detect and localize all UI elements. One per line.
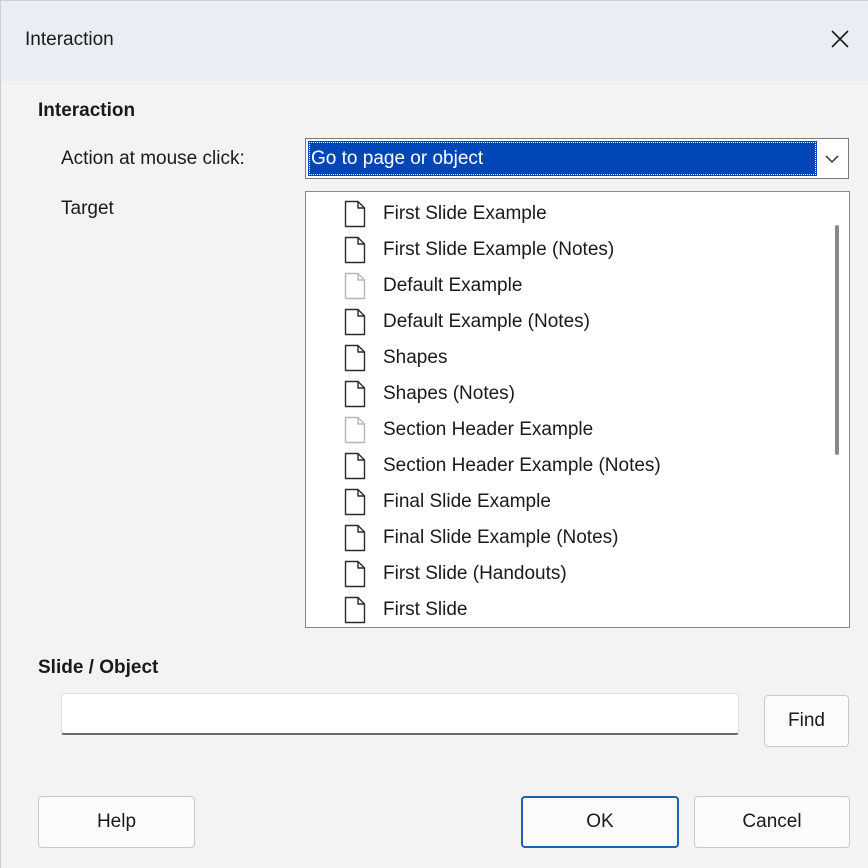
list-item-label: Shapes (Notes) (383, 383, 516, 404)
target-list[interactable]: First Slide Example First Slide Example (… (305, 191, 850, 628)
document-icon (344, 380, 366, 408)
list-item-label: First Slide (Handouts) (383, 563, 567, 584)
find-button[interactable]: Find (764, 695, 849, 747)
document-icon (344, 416, 366, 444)
scrollbar-thumb[interactable] (835, 225, 839, 455)
document-icon (344, 524, 366, 552)
list-item[interactable]: Section Header Example (Notes) (344, 448, 661, 484)
action-select-value: Go to page or object (308, 141, 817, 176)
document-icon (344, 272, 366, 300)
close-button[interactable] (811, 13, 868, 65)
list-item[interactable]: Default Example (344, 268, 522, 304)
title-bar: Interaction (1, 1, 868, 81)
list-item-label: Default Example (383, 275, 523, 296)
help-button[interactable]: Help (38, 796, 195, 848)
list-item[interactable]: First Slide Example (Notes) (344, 232, 614, 268)
list-item-label: Shapes (383, 347, 448, 368)
list-item[interactable]: Section Header Example (344, 412, 593, 448)
dropdown-button[interactable] (818, 142, 846, 176)
list-item-label: Final Slide Example (Notes) (383, 527, 619, 548)
document-icon (344, 344, 366, 372)
list-item-label: First Slide (383, 599, 468, 620)
window-title: Interaction (25, 29, 114, 50)
target-label: Target (61, 198, 114, 219)
document-icon (344, 452, 366, 480)
action-select[interactable]: Go to page or object (305, 138, 849, 179)
cancel-button[interactable]: Cancel (694, 796, 850, 848)
list-item-label: Default Example (Notes) (383, 311, 590, 332)
document-icon (344, 236, 366, 264)
list-item[interactable]: First Slide (Handouts) (344, 556, 567, 592)
document-icon (344, 200, 366, 228)
slide-object-input[interactable] (61, 693, 739, 735)
document-icon (344, 308, 366, 336)
list-item[interactable]: Default Example (Notes) (344, 304, 590, 340)
list-item[interactable]: Final Slide Example (344, 484, 551, 520)
list-item-label: Section Header Example (383, 419, 594, 440)
list-item[interactable]: First Slide Example (344, 196, 547, 232)
interaction-heading: Interaction (38, 100, 136, 121)
slide-object-heading: Slide / Object (38, 657, 159, 678)
list-item-label: Section Header Example (Notes) (383, 455, 661, 476)
list-item[interactable]: First Slide (344, 592, 468, 627)
list-item[interactable]: Shapes (Notes) (344, 376, 515, 412)
list-item[interactable]: Final Slide Example (Notes) (344, 520, 618, 556)
list-item[interactable]: Shapes (344, 340, 447, 376)
action-label: Action at mouse click: (61, 148, 245, 169)
close-icon (831, 30, 849, 48)
document-icon (344, 560, 366, 588)
list-item-label: First Slide Example (Notes) (383, 239, 615, 260)
list-item-label: First Slide Example (383, 203, 547, 224)
chevron-down-icon (825, 154, 839, 163)
list-item-label: Final Slide Example (383, 491, 551, 512)
interaction-dialog: Interaction Interaction Action at mouse … (0, 0, 868, 868)
ok-button[interactable]: OK (521, 796, 679, 848)
document-icon (344, 488, 366, 516)
document-icon (344, 596, 366, 624)
